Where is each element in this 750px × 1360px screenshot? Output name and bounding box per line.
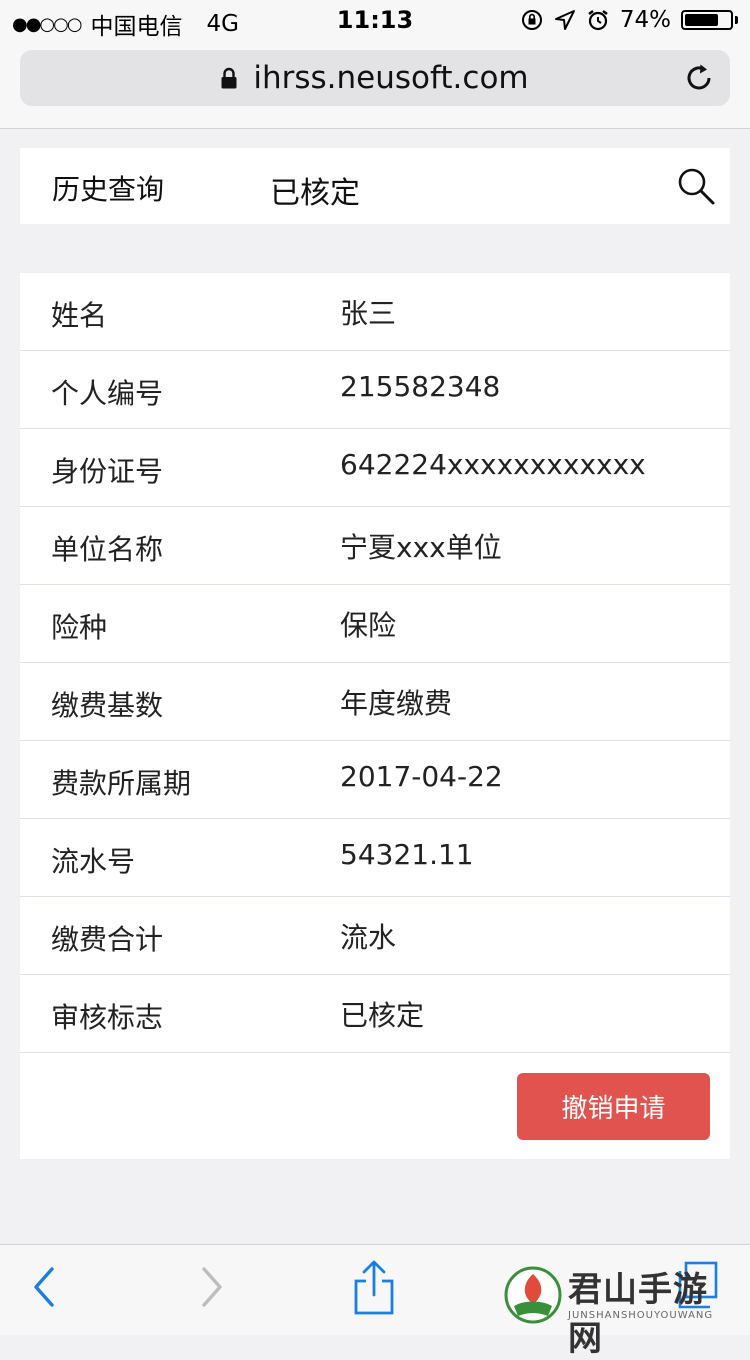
forward-arrow-icon[interactable] — [198, 1265, 226, 1309]
browser-header: ihrss.neusoft.com — [0, 40, 750, 129]
detail-value: 215582348 — [340, 370, 501, 403]
detail-value: 2017-04-22 — [340, 760, 503, 793]
detail-label: 缴费合计 — [51, 923, 164, 956]
battery-icon — [681, 10, 733, 30]
detail-label: 流水号 — [51, 845, 136, 878]
detail-value: 流水 — [340, 921, 397, 954]
watermark: 君山手游网 JUNSHANSHOUYOUWANG — [502, 1262, 742, 1359]
reload-icon[interactable] — [684, 63, 714, 93]
detail-row: 身份证号 642224xxxxxxxxxxxx — [20, 429, 730, 507]
detail-row: 单位名称 宁夏xxx单位 — [20, 507, 730, 585]
detail-row: 缴费基数 年度缴费 — [20, 663, 730, 741]
detail-label: 审核标志 — [51, 1001, 164, 1034]
detail-row: 审核标志 已核定 — [20, 975, 730, 1053]
cancel-application-button[interactable]: 撤销申请 — [517, 1073, 710, 1140]
status-bar: ●●○○○ 中国电信 4G 11:13 74% — [0, 0, 750, 40]
detail-label: 缴费基数 — [51, 689, 164, 722]
detail-value: 642224xxxxxxxxxxxx — [340, 448, 646, 481]
detail-label: 单位名称 — [51, 533, 164, 566]
detail-label: 身份证号 — [51, 455, 164, 488]
search-icon[interactable] — [676, 166, 716, 206]
detail-label: 个人编号 — [51, 377, 164, 410]
alarm-icon — [588, 10, 608, 31]
address-bar[interactable]: ihrss.neusoft.com — [20, 50, 730, 106]
detail-value: 宁夏xxx单位 — [340, 531, 502, 564]
share-icon[interactable] — [352, 1259, 396, 1317]
location-arrow-icon — [554, 10, 575, 30]
detail-label: 费款所属期 — [51, 767, 192, 800]
detail-label: 姓名 — [51, 299, 108, 332]
detail-value: 张三 — [340, 297, 397, 330]
detail-rows: 姓名 张三个人编号 215582348 身份证号 642224xxxxxxxxxxxx 单… — [20, 273, 730, 1053]
detail-value: 年度缴费 — [340, 687, 453, 720]
battery-percent: 74% — [619, 7, 671, 33]
battery-tip — [735, 16, 738, 24]
history-query-button[interactable]: 历史查询 — [52, 168, 164, 208]
detail-row: 姓名 张三 — [20, 273, 730, 351]
watermark-subtitle: JUNSHANSHOUYOUWANG — [568, 1310, 714, 1321]
status-right: 74% — [520, 7, 738, 33]
detail-value: 54321.11 — [340, 838, 474, 871]
detail-row: 缴费合计 流水 — [20, 897, 730, 975]
detail-value: 保险 — [340, 609, 397, 642]
back-arrow-icon[interactable] — [30, 1265, 58, 1309]
detail-row: 个人编号 215582348 — [20, 351, 730, 429]
detail-value: 已核定 — [340, 999, 425, 1032]
filter-bar: 历史查询 已核定 — [20, 148, 730, 224]
battery-level-fill — [685, 14, 718, 26]
detail-row: 费款所属期 2017-04-22 — [20, 741, 730, 819]
url-text: ihrss.neusoft.com — [253, 60, 529, 96]
rotation-lock-icon — [521, 10, 542, 30]
status-filter-label[interactable]: 已核定 — [270, 168, 360, 212]
detail-row: 险种 保险 — [20, 585, 730, 663]
lock-icon — [221, 67, 237, 89]
record-details-card: 姓名 张三个人编号 215582348 身份证号 642224xxxxxxxxxxxx 单… — [20, 273, 730, 1159]
detail-row: 流水号 54321.11 — [20, 819, 730, 897]
watermark-logo-icon — [504, 1266, 562, 1324]
detail-label: 险种 — [51, 611, 108, 644]
